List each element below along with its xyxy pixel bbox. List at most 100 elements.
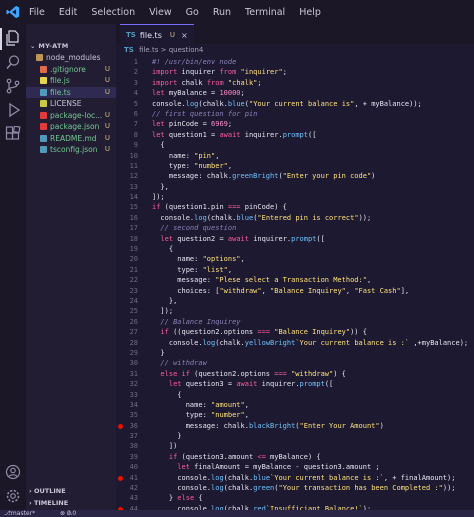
- code-line: 1 #! /usr/bin/env node: [116, 57, 474, 67]
- line-number: 9: [133, 141, 138, 150]
- settings-gear-icon[interactable]: [5, 488, 21, 504]
- extensions-icon[interactable]: [5, 125, 21, 142]
- menu-view[interactable]: View: [149, 7, 172, 18]
- code-text: if ((question2.options === "Balance Inqu…: [152, 328, 367, 337]
- file-tree-item[interactable]: package.json U: [26, 121, 116, 132]
- menu-file[interactable]: File: [29, 7, 45, 18]
- code-line: 38 ]): [116, 441, 474, 451]
- menu-selection[interactable]: Selection: [91, 7, 135, 18]
- code-text: let question2 = await inquirer.prompt([: [152, 234, 325, 243]
- vscode-window: File Edit Selection View Go Run Terminal…: [0, 0, 474, 517]
- file-tree-item[interactable]: tsconfig.json U: [26, 144, 116, 155]
- file-tree-item[interactable]: README.md U: [26, 133, 116, 144]
- file-tree-item[interactable]: file.ts U: [26, 86, 116, 98]
- tab-file-ts[interactable]: TS file.ts U ×: [120, 24, 194, 45]
- line-number: 30: [129, 359, 138, 368]
- code-text: else if (question2.options === "withdraw…: [152, 369, 346, 378]
- code-line: 26 // Balance Inquirey: [116, 317, 474, 327]
- code-line: 33 {: [116, 390, 474, 400]
- breadcrumb-file[interactable]: file.ts: [139, 46, 158, 54]
- menu-terminal[interactable]: Terminal: [245, 7, 285, 18]
- source-control-icon[interactable]: [5, 78, 21, 94]
- close-icon[interactable]: ×: [181, 31, 188, 40]
- editor-area: TS file.ts U × TS file.ts > question4 1 #…: [116, 24, 474, 517]
- menu-edit[interactable]: Edit: [59, 7, 77, 18]
- line-number: 40: [129, 463, 138, 472]
- line-number: 38: [129, 442, 138, 451]
- menu-go[interactable]: Go: [186, 7, 199, 18]
- explorer-root[interactable]: ⌄ MY-ATM: [30, 40, 68, 52]
- line-number: 10: [129, 151, 138, 160]
- line-number: 35: [129, 411, 138, 420]
- breadcrumb: TS file.ts > question4: [124, 44, 203, 56]
- line-number: 18: [129, 234, 138, 243]
- code-text: console.log(chalk.green("Your transactio…: [152, 484, 456, 493]
- timeline-section[interactable]: › TIMELINE: [29, 497, 68, 509]
- line-number: 37: [129, 432, 138, 441]
- line-number: 3: [133, 78, 138, 87]
- code-text: let finalAmount = myBalance - question3.…: [152, 463, 380, 472]
- code-text: {: [152, 390, 182, 399]
- line-number: 41: [129, 473, 138, 482]
- code-text: ]);: [152, 193, 165, 202]
- line-number: 36: [129, 421, 138, 430]
- markdown-icon: [40, 134, 47, 142]
- code-line: 12 message: chalk.greenBright("Enter you…: [116, 171, 474, 181]
- code-text: name: "pin",: [152, 151, 220, 160]
- untracked-badge: U: [104, 76, 110, 84]
- line-number: 39: [129, 452, 138, 461]
- line-number: 17: [129, 224, 138, 233]
- warning-count: 0: [72, 510, 77, 517]
- explorer-icon[interactable]: [5, 30, 21, 46]
- javascript-file-icon: [40, 77, 47, 84]
- gitignore-icon: [40, 65, 47, 73]
- code-line: 9 {: [116, 140, 474, 150]
- code-text: console.log(chalk.blue("Your current bal…: [152, 99, 422, 108]
- breadcrumb-symbol[interactable]: question4: [169, 46, 204, 54]
- line-number: 6: [133, 109, 138, 118]
- outline-section[interactable]: › OUTLINE: [29, 485, 66, 497]
- problems-indicator[interactable]: ⊗ 0 ⚠ 0: [60, 510, 76, 517]
- code-line: 8 let question1 = await inquirer.prompt([: [116, 130, 474, 140]
- line-number: 20: [129, 255, 138, 264]
- code-line: 42 console.log(chalk.green("Your transac…: [116, 483, 474, 493]
- file-tree-item[interactable]: file.js U: [26, 75, 116, 86]
- branch-indicator[interactable]: ⎇ master*: [4, 510, 35, 517]
- code-line: 16 console.log(chalk.blue("Entered pin i…: [116, 213, 474, 223]
- code-text: }: [152, 348, 165, 357]
- code-line: 15 if (question1.pin === pinCode) {: [116, 202, 474, 212]
- timeline-label: TIMELINE: [33, 499, 69, 507]
- code-line: 30 // withdraw: [116, 358, 474, 368]
- tsconfig-icon: [40, 146, 47, 153]
- untracked-badge: U: [104, 110, 110, 119]
- run-debug-icon[interactable]: [5, 102, 21, 118]
- account-icon[interactable]: [5, 464, 21, 480]
- npm-file-icon: [40, 111, 47, 119]
- code-text: // Balance Inquirey: [152, 317, 241, 326]
- code-text: console.log(chalk.blue("Entered pin is c…: [152, 213, 372, 222]
- menu-help[interactable]: Help: [299, 7, 321, 18]
- branch-name: master*: [10, 510, 36, 517]
- line-number: 11: [129, 161, 138, 170]
- search-icon[interactable]: [5, 54, 21, 70]
- code-editor[interactable]: 1 #! /usr/bin/env node 2 import inquirer fr…: [116, 57, 474, 517]
- file-tree-item[interactable]: node_modules: [26, 52, 116, 63]
- file-tree-label: LICENSE: [50, 99, 82, 108]
- workspace-name: MY-ATM: [38, 42, 69, 50]
- line-number: 12: [129, 172, 138, 181]
- line-number: 19: [129, 245, 138, 254]
- file-tree-item[interactable]: LICENSE: [26, 98, 116, 109]
- menu-run[interactable]: Run: [213, 7, 231, 18]
- line-number: 16: [129, 213, 138, 222]
- code-line: 23 choices: ["withdraw", "Balance Inquir…: [116, 286, 474, 296]
- line-number: 7: [133, 120, 138, 129]
- code-line: 36 message: chalk.blackBright("Enter You…: [116, 421, 474, 431]
- file-tree-item[interactable]: .gitignore U: [26, 64, 116, 75]
- code-text: ]): [152, 442, 178, 451]
- file-tree-item[interactable]: package-loc... U: [26, 110, 116, 121]
- file-tree-label: package-loc...: [50, 110, 103, 120]
- code-line: 3 import chalk from "chalk";: [116, 78, 474, 88]
- line-number: 8: [133, 130, 138, 139]
- untracked-badge: U: [104, 87, 110, 96]
- code-line: 40 let finalAmount = myBalance - questio…: [116, 462, 474, 472]
